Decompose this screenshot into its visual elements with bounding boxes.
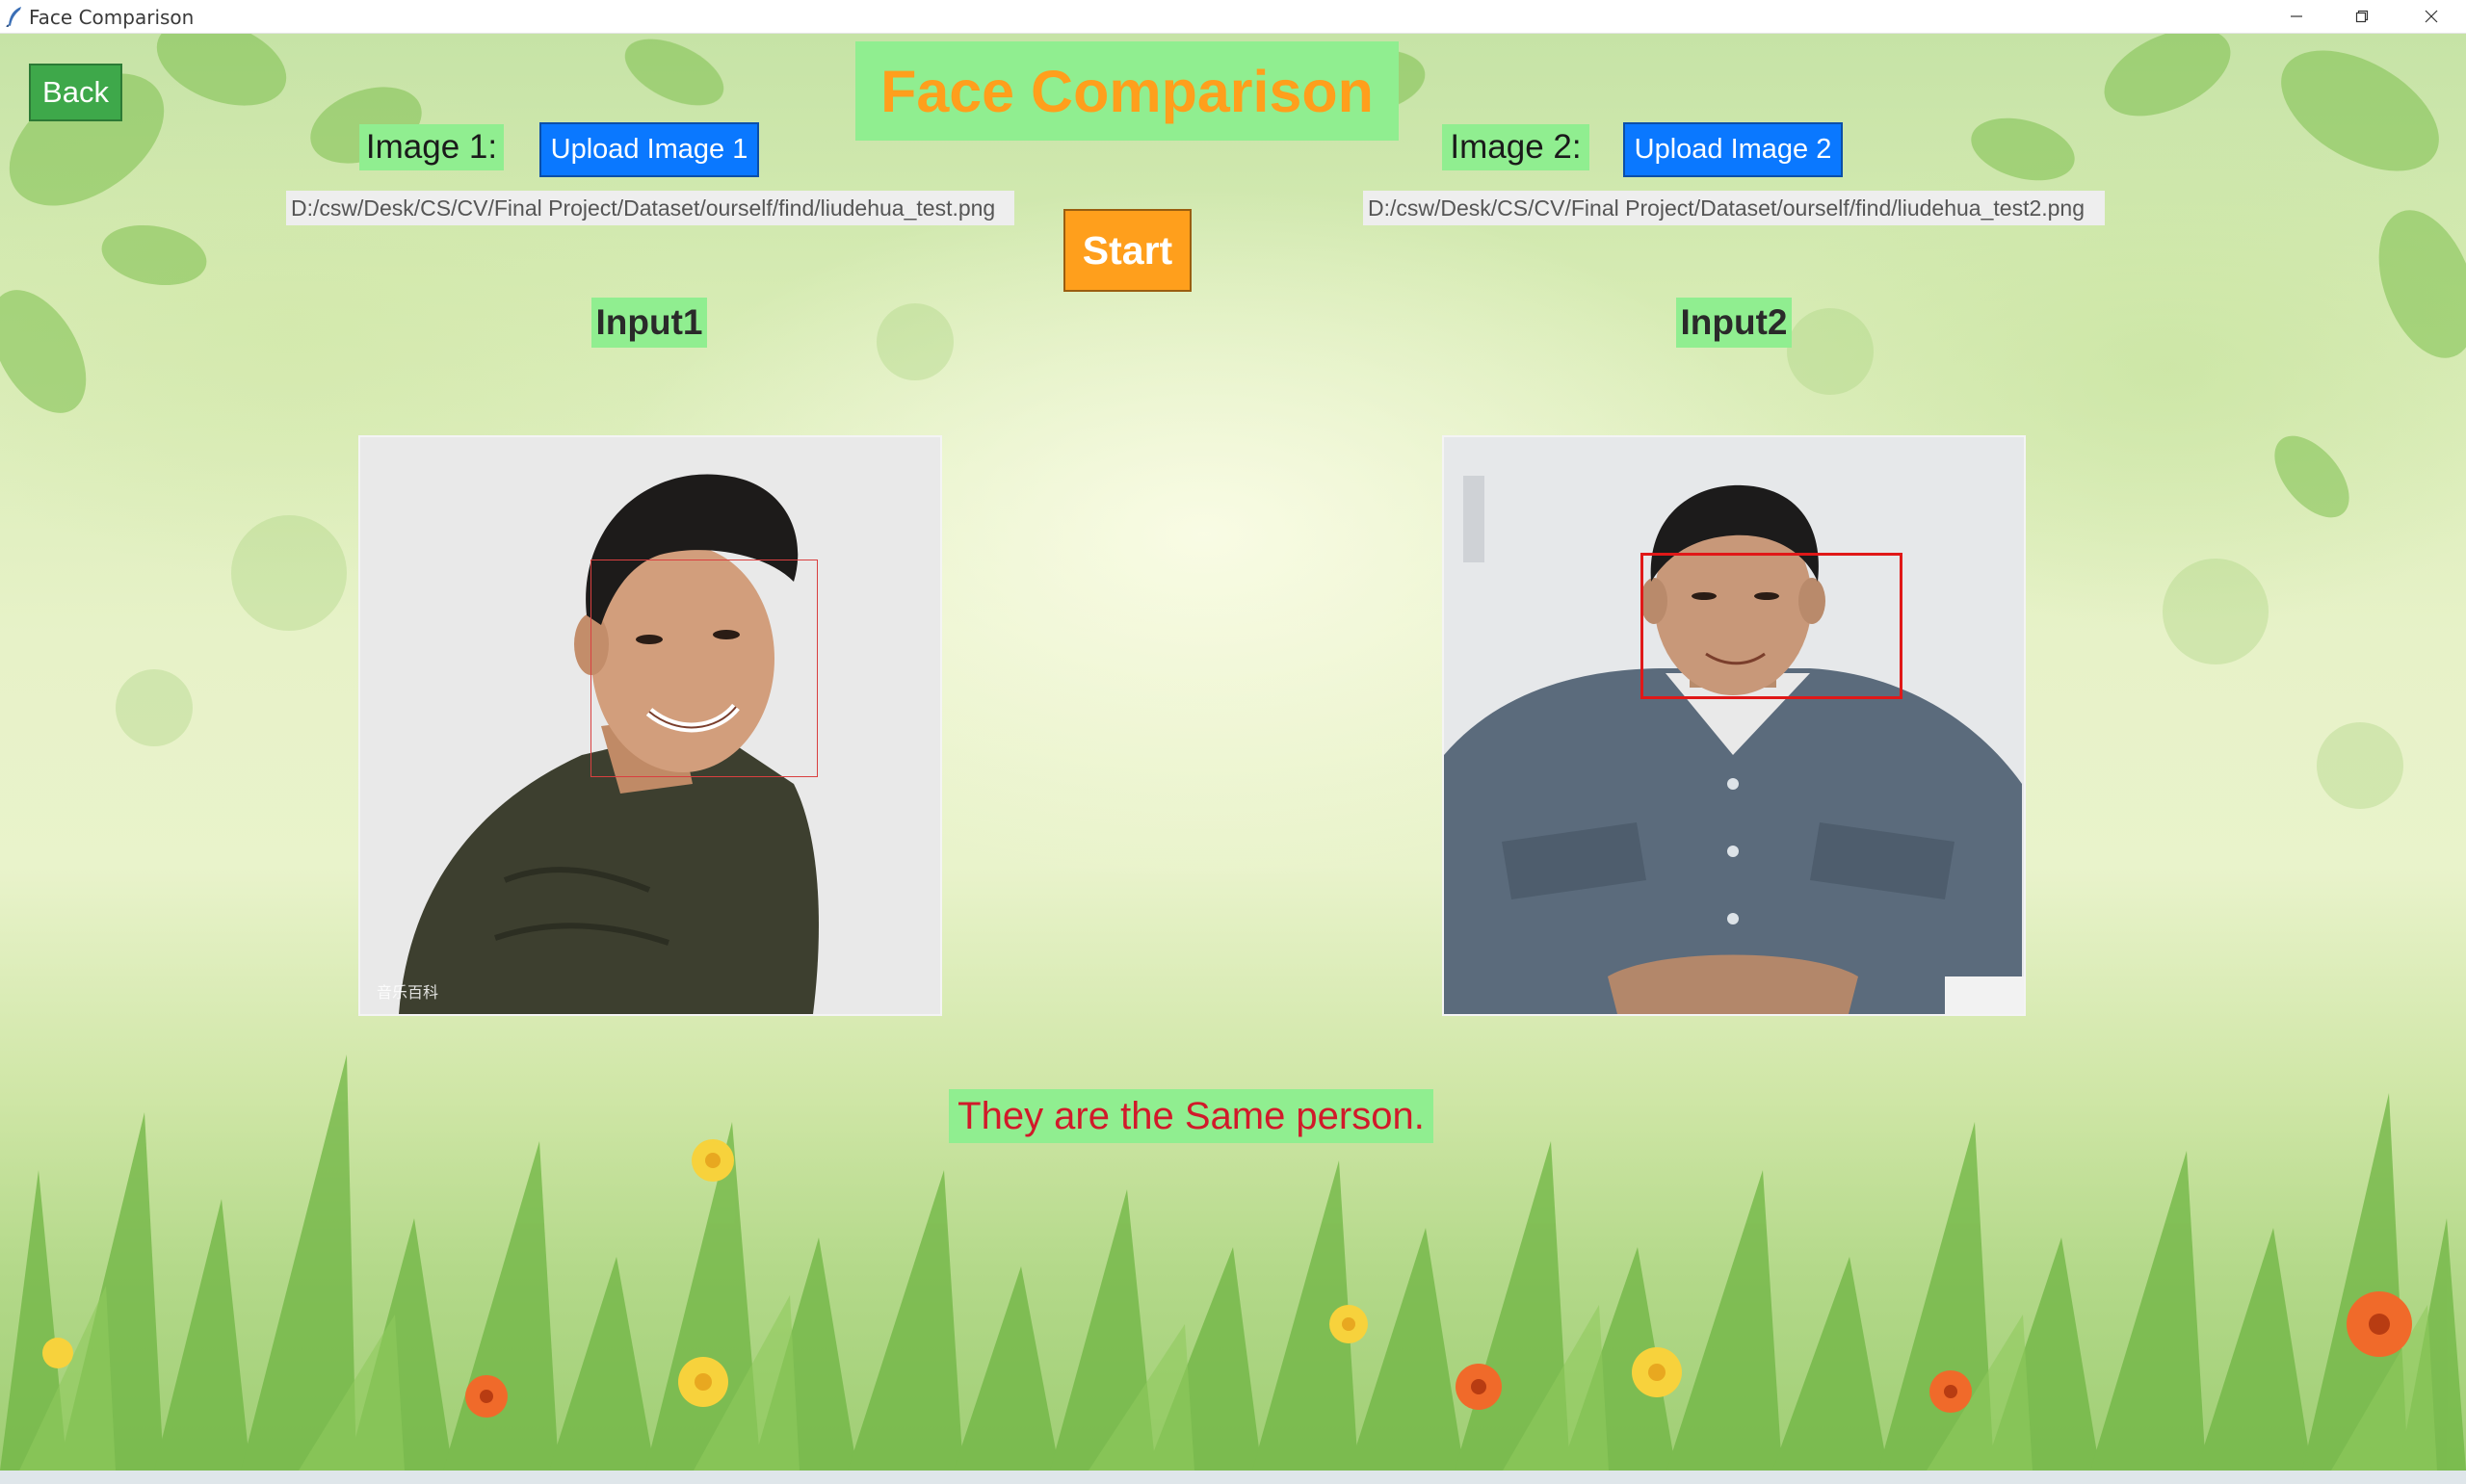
face-detection-box: [1640, 553, 1902, 699]
input2-photo: [1442, 435, 2026, 1016]
image2-label: Image 2:: [1442, 124, 1589, 170]
page-title: Face Comparison: [855, 41, 1399, 141]
restore-icon: [2355, 10, 2369, 23]
title-bar: Face Comparison: [0, 0, 2466, 34]
back-button[interactable]: Back: [29, 64, 122, 121]
window-title: Face Comparison: [29, 6, 195, 29]
input1-photo: 音乐百科: [358, 435, 942, 1016]
close-icon: [2425, 10, 2438, 23]
taskbar-edge: [0, 1471, 2466, 1484]
upload-image2-button[interactable]: Upload Image 2: [1623, 122, 1843, 177]
app-window: Face Comparison Back Face Comparison Ima…: [0, 0, 2466, 1484]
minimize-button[interactable]: [2264, 0, 2329, 33]
image1-path-field: D:/csw/Desk/CS/CV/Final Project/Dataset/…: [286, 191, 1014, 225]
input2-caption: Input2: [1676, 298, 1792, 348]
face-detection-box: [590, 560, 818, 777]
photo-watermark: 音乐百科: [377, 985, 439, 1002]
upload-image1-button[interactable]: Upload Image 1: [539, 122, 759, 177]
minimize-icon: [2291, 15, 2302, 17]
start-button[interactable]: Start: [1063, 209, 1192, 292]
portrait-illustration-2: [1444, 437, 2024, 1014]
comparison-result: They are the Same person.: [949, 1089, 1433, 1143]
input1-caption: Input1: [591, 298, 707, 348]
restore-button[interactable]: [2329, 0, 2395, 33]
close-button[interactable]: [2399, 0, 2464, 33]
image1-label: Image 1:: [359, 124, 504, 170]
feather-icon: [6, 7, 21, 27]
main-canvas: Back Face Comparison Image 1: Upload Ima…: [0, 34, 2466, 1471]
image2-path-field: D:/csw/Desk/CS/CV/Final Project/Dataset/…: [1363, 191, 2105, 225]
